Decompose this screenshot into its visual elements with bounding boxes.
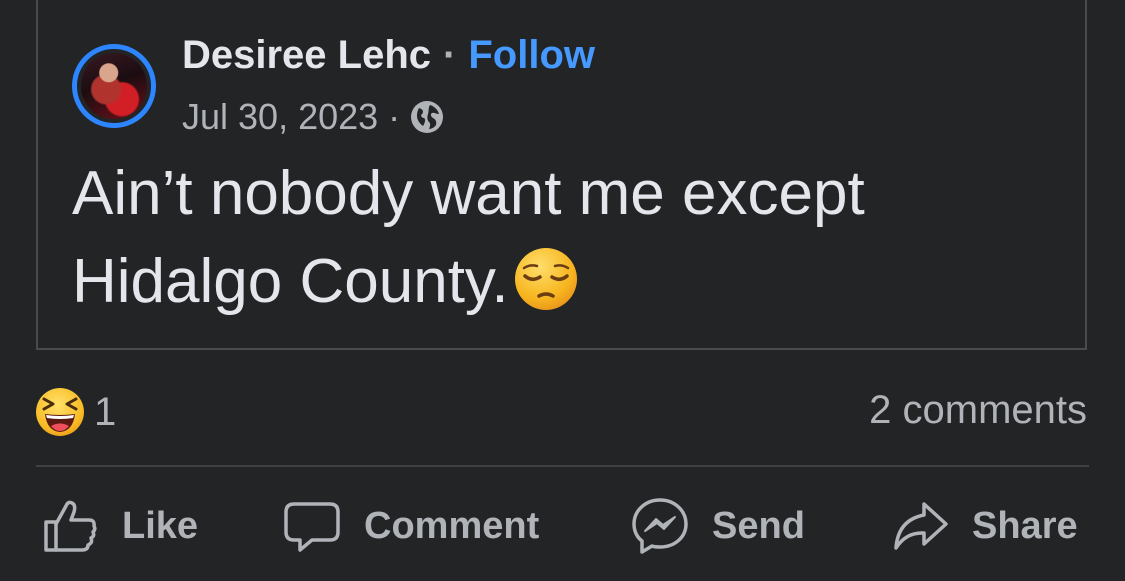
- globe-icon: [410, 100, 444, 134]
- author-line: Desiree Lehc · Follow: [182, 33, 595, 78]
- avatar[interactable]: [72, 44, 156, 128]
- share-arrow-icon: [894, 502, 948, 550]
- divider: [36, 465, 1089, 467]
- messenger-icon: [632, 498, 688, 554]
- reactions-summary[interactable]: 1: [34, 386, 116, 438]
- comment-label: Comment: [364, 504, 540, 547]
- laughing-face-emoji: [34, 386, 86, 438]
- comment-button[interactable]: Comment: [282, 494, 539, 558]
- author-name[interactable]: Desiree Lehc: [182, 33, 431, 78]
- separator-dot: ·: [443, 33, 457, 77]
- separator-dot: ·: [388, 96, 401, 137]
- follow-button[interactable]: Follow: [468, 33, 595, 78]
- send-label: Send: [712, 504, 805, 547]
- like-label: Like: [122, 504, 199, 547]
- reaction-count: 1: [94, 389, 117, 434]
- comment-bubble-icon: [284, 502, 340, 552]
- profile-photo: [81, 53, 147, 119]
- post-date[interactable]: Jul 30, 2023: [182, 96, 378, 138]
- post-meta: Jul 30, 2023 ·: [182, 96, 444, 138]
- post-text-content: Ain’t nobody want me except Hidalgo Coun…: [72, 159, 865, 316]
- share-label: Share: [972, 504, 1078, 547]
- facebook-post: Desiree Lehc · Follow Jul 30, 2023 · Ain…: [0, 0, 1125, 581]
- thumbs-up-icon: [44, 500, 97, 552]
- pensive-face-emoji: [513, 246, 579, 312]
- share-button[interactable]: Share: [890, 494, 1078, 558]
- send-button[interactable]: Send: [630, 494, 805, 558]
- post-text: Ain’t nobody want me except Hidalgo Coun…: [72, 150, 1032, 326]
- comments-count[interactable]: 2 comments: [869, 388, 1087, 433]
- like-button[interactable]: Like: [40, 494, 198, 558]
